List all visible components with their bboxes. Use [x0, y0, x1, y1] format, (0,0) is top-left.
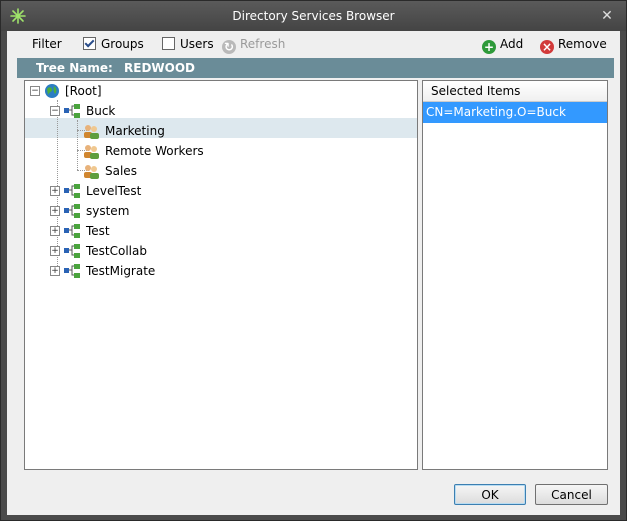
tree-node-root[interactable]: [Root] — [65, 81, 102, 101]
tree-name-bar: Tree Name: REDWOOD — [17, 58, 614, 78]
collapse-buck-icon[interactable]: − — [50, 106, 60, 116]
title-bar[interactable]: Directory Services Browser ✕ — [1, 1, 626, 31]
remove-label: Remove — [558, 37, 607, 51]
tree-name-label: Tree Name: — [36, 61, 113, 75]
group-icon — [84, 125, 99, 139]
toolbar: Filter Groups Users ↻ Refresh + Add × Remov… — [7, 31, 620, 57]
refresh-button[interactable]: ↻ Refresh — [222, 36, 286, 54]
users-check-icon[interactable] — [162, 37, 175, 50]
groups-check-icon[interactable] — [83, 37, 96, 50]
tree-node-marketing[interactable]: Marketing — [105, 121, 165, 141]
expand-testcollab-icon[interactable]: + — [50, 246, 60, 256]
expand-leveltest-icon[interactable]: + — [50, 186, 60, 196]
tree-name-value: REDWOOD — [124, 61, 195, 75]
tree-node-testcollab[interactable]: TestCollab — [86, 241, 147, 261]
group-icon — [84, 145, 99, 159]
remove-button[interactable]: × Remove — [540, 36, 607, 54]
expand-testmigrate-icon[interactable]: + — [50, 266, 60, 276]
collapse-root-icon[interactable]: − — [30, 86, 40, 96]
tree-connector — [57, 100, 58, 270]
tree-node-system[interactable]: system — [86, 201, 129, 221]
refresh-label: Refresh — [240, 37, 286, 51]
org-unit-icon — [64, 224, 80, 238]
selected-items-header[interactable]: Selected Items — [423, 81, 607, 102]
dialog-window: Directory Services Browser ✕ Filter Grou… — [0, 0, 627, 521]
expand-system-icon[interactable]: + — [50, 206, 60, 216]
add-label: Add — [500, 37, 524, 51]
tree-node-sales[interactable]: Sales — [105, 161, 137, 181]
dialog-body: Filter Groups Users ↻ Refresh + Add × Remov… — [7, 31, 620, 515]
users-label: Users — [180, 37, 214, 51]
selected-items-list[interactable]: Selected Items CN=Marketing.O=Buck — [422, 80, 608, 470]
org-unit-icon — [64, 204, 80, 218]
globe-icon — [45, 84, 59, 98]
add-icon: + — [482, 40, 496, 54]
tree-node-testmigrate[interactable]: TestMigrate — [86, 261, 155, 281]
refresh-icon: ↻ — [222, 40, 236, 54]
selected-item-row[interactable]: CN=Marketing.O=Buck — [423, 102, 607, 123]
tree-connector — [77, 120, 78, 170]
add-button[interactable]: + Add — [482, 36, 524, 54]
close-icon[interactable]: ✕ — [600, 9, 614, 23]
users-checkbox[interactable]: Users — [162, 36, 214, 52]
org-unit-icon — [64, 104, 80, 118]
org-unit-icon — [64, 184, 80, 198]
tree-node-buck[interactable]: Buck — [86, 101, 115, 121]
org-unit-icon — [64, 264, 80, 278]
expand-test-icon[interactable]: + — [50, 226, 60, 236]
groups-label: Groups — [101, 37, 144, 51]
cancel-button[interactable]: Cancel — [535, 484, 608, 505]
groups-checkbox[interactable]: Groups — [83, 36, 144, 52]
remove-icon: × — [540, 40, 554, 54]
directory-tree[interactable]: − [Root] − Buck Marketing Remote Workers — [24, 80, 418, 470]
org-unit-icon — [64, 244, 80, 258]
window-title: Directory Services Browser — [232, 9, 395, 23]
group-icon — [84, 165, 99, 179]
tree-node-test[interactable]: Test — [86, 221, 110, 241]
tree-node-remote-workers[interactable]: Remote Workers — [105, 141, 204, 161]
filter-label: Filter — [32, 37, 62, 51]
ok-button[interactable]: OK — [454, 484, 526, 505]
tree-node-leveltest[interactable]: LevelTest — [86, 181, 141, 201]
